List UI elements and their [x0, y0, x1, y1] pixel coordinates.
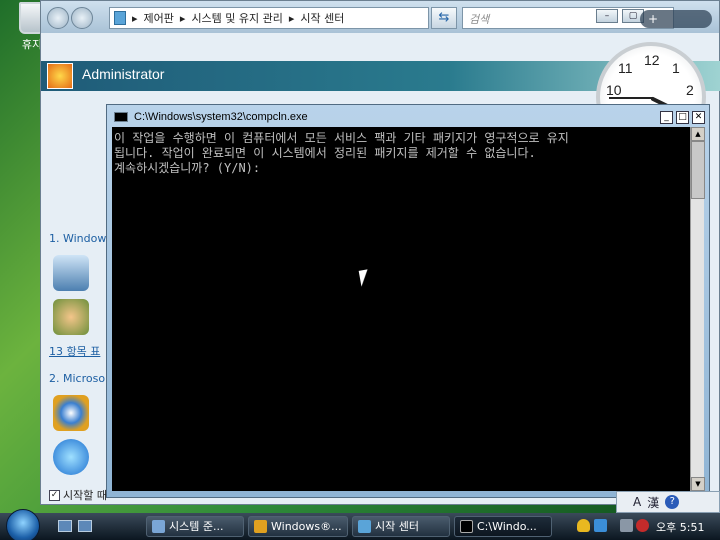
scroll-down-icon[interactable]: ▼ [691, 477, 705, 491]
lang-mode[interactable]: A [633, 495, 641, 509]
system-clock[interactable]: 오후 5:51 [656, 519, 704, 535]
security-shield-icon[interactable] [577, 519, 590, 532]
clock-numeral: 1 [672, 60, 680, 76]
alert-icon[interactable] [636, 519, 649, 532]
windows-logo-icon[interactable] [53, 395, 89, 431]
network-icon[interactable] [594, 519, 607, 532]
show-at-startup-row[interactable]: ✓ 시작할 때 [49, 487, 107, 503]
switch-windows-icon[interactable] [78, 520, 92, 532]
show-at-startup-checkbox[interactable]: ✓ [49, 489, 60, 501]
taskbar-button[interactable]: 시작 센터 [352, 516, 450, 537]
taskbar-button-label: C:\Windo... [477, 520, 537, 533]
console-scrollbar[interactable]: ▲ ▼ [690, 127, 705, 491]
taskbar-button[interactable]: Windows®... [248, 516, 348, 537]
console-titlebar[interactable]: C:\Windows\system32\compcln.exe _ □ ✕ [112, 110, 705, 126]
ime-mode[interactable]: 漢 [647, 494, 659, 511]
scroll-thumb[interactable] [691, 141, 705, 199]
refresh-button[interactable]: ⇆ [431, 7, 457, 29]
sidebar-gadget-toolbar[interactable]: + [640, 10, 712, 28]
taskbar-button-label: 시스템 준... [169, 520, 224, 533]
console-line: 이 작업을 수행하면 이 컴퓨터에서 모든 서비스 팩과 기타 패키지가 영구적… [114, 131, 569, 145]
console-maximize-button[interactable]: □ [676, 111, 689, 124]
taskbar-button[interactable]: C:\Windo... [454, 516, 552, 537]
users-icon[interactable] [53, 299, 89, 335]
section-heading: 2. Microso [49, 372, 106, 385]
taskbar: 시스템 준... Windows®... 시작 센터 C:\Windo... 오… [0, 509, 720, 540]
console-output[interactable]: 이 작업을 수행하면 이 컴퓨터에서 모든 서비스 팩과 기타 패키지가 영구적… [112, 127, 690, 491]
clock-numeral: 2 [686, 82, 694, 98]
console-icon [114, 112, 128, 122]
control-panel-icon [114, 11, 126, 25]
welcome-center-icon [358, 520, 371, 533]
forward-button[interactable] [71, 7, 93, 29]
scroll-up-icon[interactable]: ▲ [691, 127, 705, 141]
breadcrumb-item[interactable]: 제어판 [144, 10, 174, 26]
breadcrumb-sep-icon: ▸ [132, 11, 138, 25]
console-line: 됩니다. 작업이 완료되면 이 시스템에서 정리된 패키지를 제거할 수 없습니… [114, 146, 536, 160]
taskbar-button-label: Windows®... [271, 520, 342, 533]
start-button[interactable] [6, 509, 40, 540]
address-bar[interactable]: ▸ 제어판 ▸ 시스템 및 유지 관리 ▸ 시작 센터 [109, 7, 429, 29]
clock-numeral: 10 [606, 82, 622, 98]
show-items-link[interactable]: 13 항목 표 [49, 343, 111, 359]
system-restore-icon [152, 520, 165, 533]
clock-numeral: 11 [618, 60, 633, 76]
monitor-icon[interactable] [53, 255, 89, 291]
breadcrumb-sep-icon: ▸ [179, 11, 186, 25]
windows-flag-icon [254, 520, 267, 533]
console-window[interactable]: C:\Windows\system32\compcln.exe _ □ ✕ 이 … [106, 104, 710, 498]
breadcrumb-item[interactable]: 시스템 및 유지 관리 [191, 10, 282, 26]
help-icon[interactable]: ? [665, 495, 680, 509]
show-desktop-icon[interactable] [58, 520, 72, 532]
console-prompt: 계속하시겠습니까? (Y/N): [114, 161, 261, 175]
user-avatar [47, 63, 73, 89]
volume-muted-icon[interactable] [620, 519, 633, 532]
section-heading: 1. Window [49, 232, 107, 245]
console-icon [460, 520, 473, 533]
back-button[interactable] [47, 7, 69, 29]
startup-task-list: 1. Window 13 항목 표 2. Microso [49, 231, 111, 483]
language-bar[interactable]: A 漢 ? [616, 491, 720, 513]
show-at-startup-label: 시작할 때 [63, 489, 107, 502]
breadcrumb-sep-icon: ▸ [288, 11, 295, 25]
clock-numeral: 12 [644, 52, 660, 68]
console-minimize-button[interactable]: _ [660, 111, 673, 124]
add-gadget-icon[interactable]: + [648, 12, 658, 26]
clock-minute-hand [609, 97, 653, 99]
info-icon[interactable] [53, 439, 89, 475]
taskbar-button[interactable]: 시스템 준... [146, 516, 244, 537]
user-name: Administrator [82, 66, 165, 82]
console-close-button[interactable]: ✕ [692, 111, 705, 124]
breadcrumb-item[interactable]: 시작 센터 [300, 10, 344, 26]
console-title: C:\Windows\system32\compcln.exe [134, 111, 308, 123]
minimize-button[interactable]: – [596, 9, 618, 23]
taskbar-button-label: 시작 센터 [375, 520, 419, 533]
